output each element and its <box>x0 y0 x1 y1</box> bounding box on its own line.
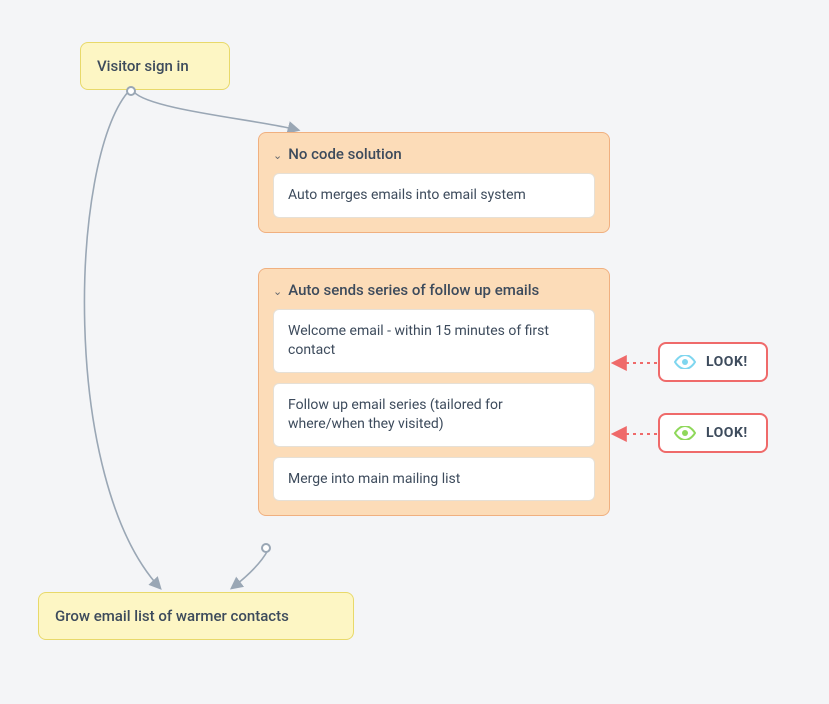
group-header[interactable]: ⌄ Auto sends series of follow up emails <box>273 281 595 299</box>
group-no-code-solution[interactable]: ⌄ No code solution Auto merges emails in… <box>258 132 610 233</box>
card-text: Auto merges emails into email system <box>288 187 526 203</box>
port-group2-out[interactable] <box>261 543 271 553</box>
callout-look-2[interactable]: LOOK! <box>658 413 768 453</box>
chevron-down-icon: ⌄ <box>273 285 282 298</box>
group-title: No code solution <box>288 145 402 163</box>
group-title: Auto sends series of follow up emails <box>288 281 539 299</box>
eye-icon <box>674 426 696 440</box>
eye-icon <box>674 355 696 369</box>
card-welcome-email[interactable]: Welcome email - within 15 minutes of fir… <box>273 309 595 373</box>
node-label: Visitor sign in <box>97 57 189 75</box>
card-text: Merge into main mailing list <box>288 471 460 487</box>
node-label: Grow email list of warmer contacts <box>55 607 289 625</box>
card-merge-list[interactable]: Merge into main mailing list <box>273 457 595 502</box>
chevron-down-icon: ⌄ <box>273 149 282 162</box>
callout-look-1[interactable]: LOOK! <box>658 342 768 382</box>
card-text: Welcome email - within 15 minutes of fir… <box>288 323 549 358</box>
card-auto-merge[interactable]: Auto merges emails into email system <box>273 173 595 218</box>
group-header[interactable]: ⌄ No code solution <box>273 145 595 163</box>
callout-text: LOOK! <box>706 354 748 370</box>
group-auto-sends[interactable]: ⌄ Auto sends series of follow up emails … <box>258 268 610 516</box>
node-visitor-sign-in[interactable]: Visitor sign in <box>80 42 230 90</box>
node-grow-email-list[interactable]: Grow email list of warmer contacts <box>38 592 354 640</box>
callout-text: LOOK! <box>706 425 748 441</box>
port-visitor-out[interactable] <box>126 86 136 96</box>
card-text: Follow up email series (tailored for whe… <box>288 397 503 432</box>
card-followup-series[interactable]: Follow up email series (tailored for whe… <box>273 383 595 447</box>
